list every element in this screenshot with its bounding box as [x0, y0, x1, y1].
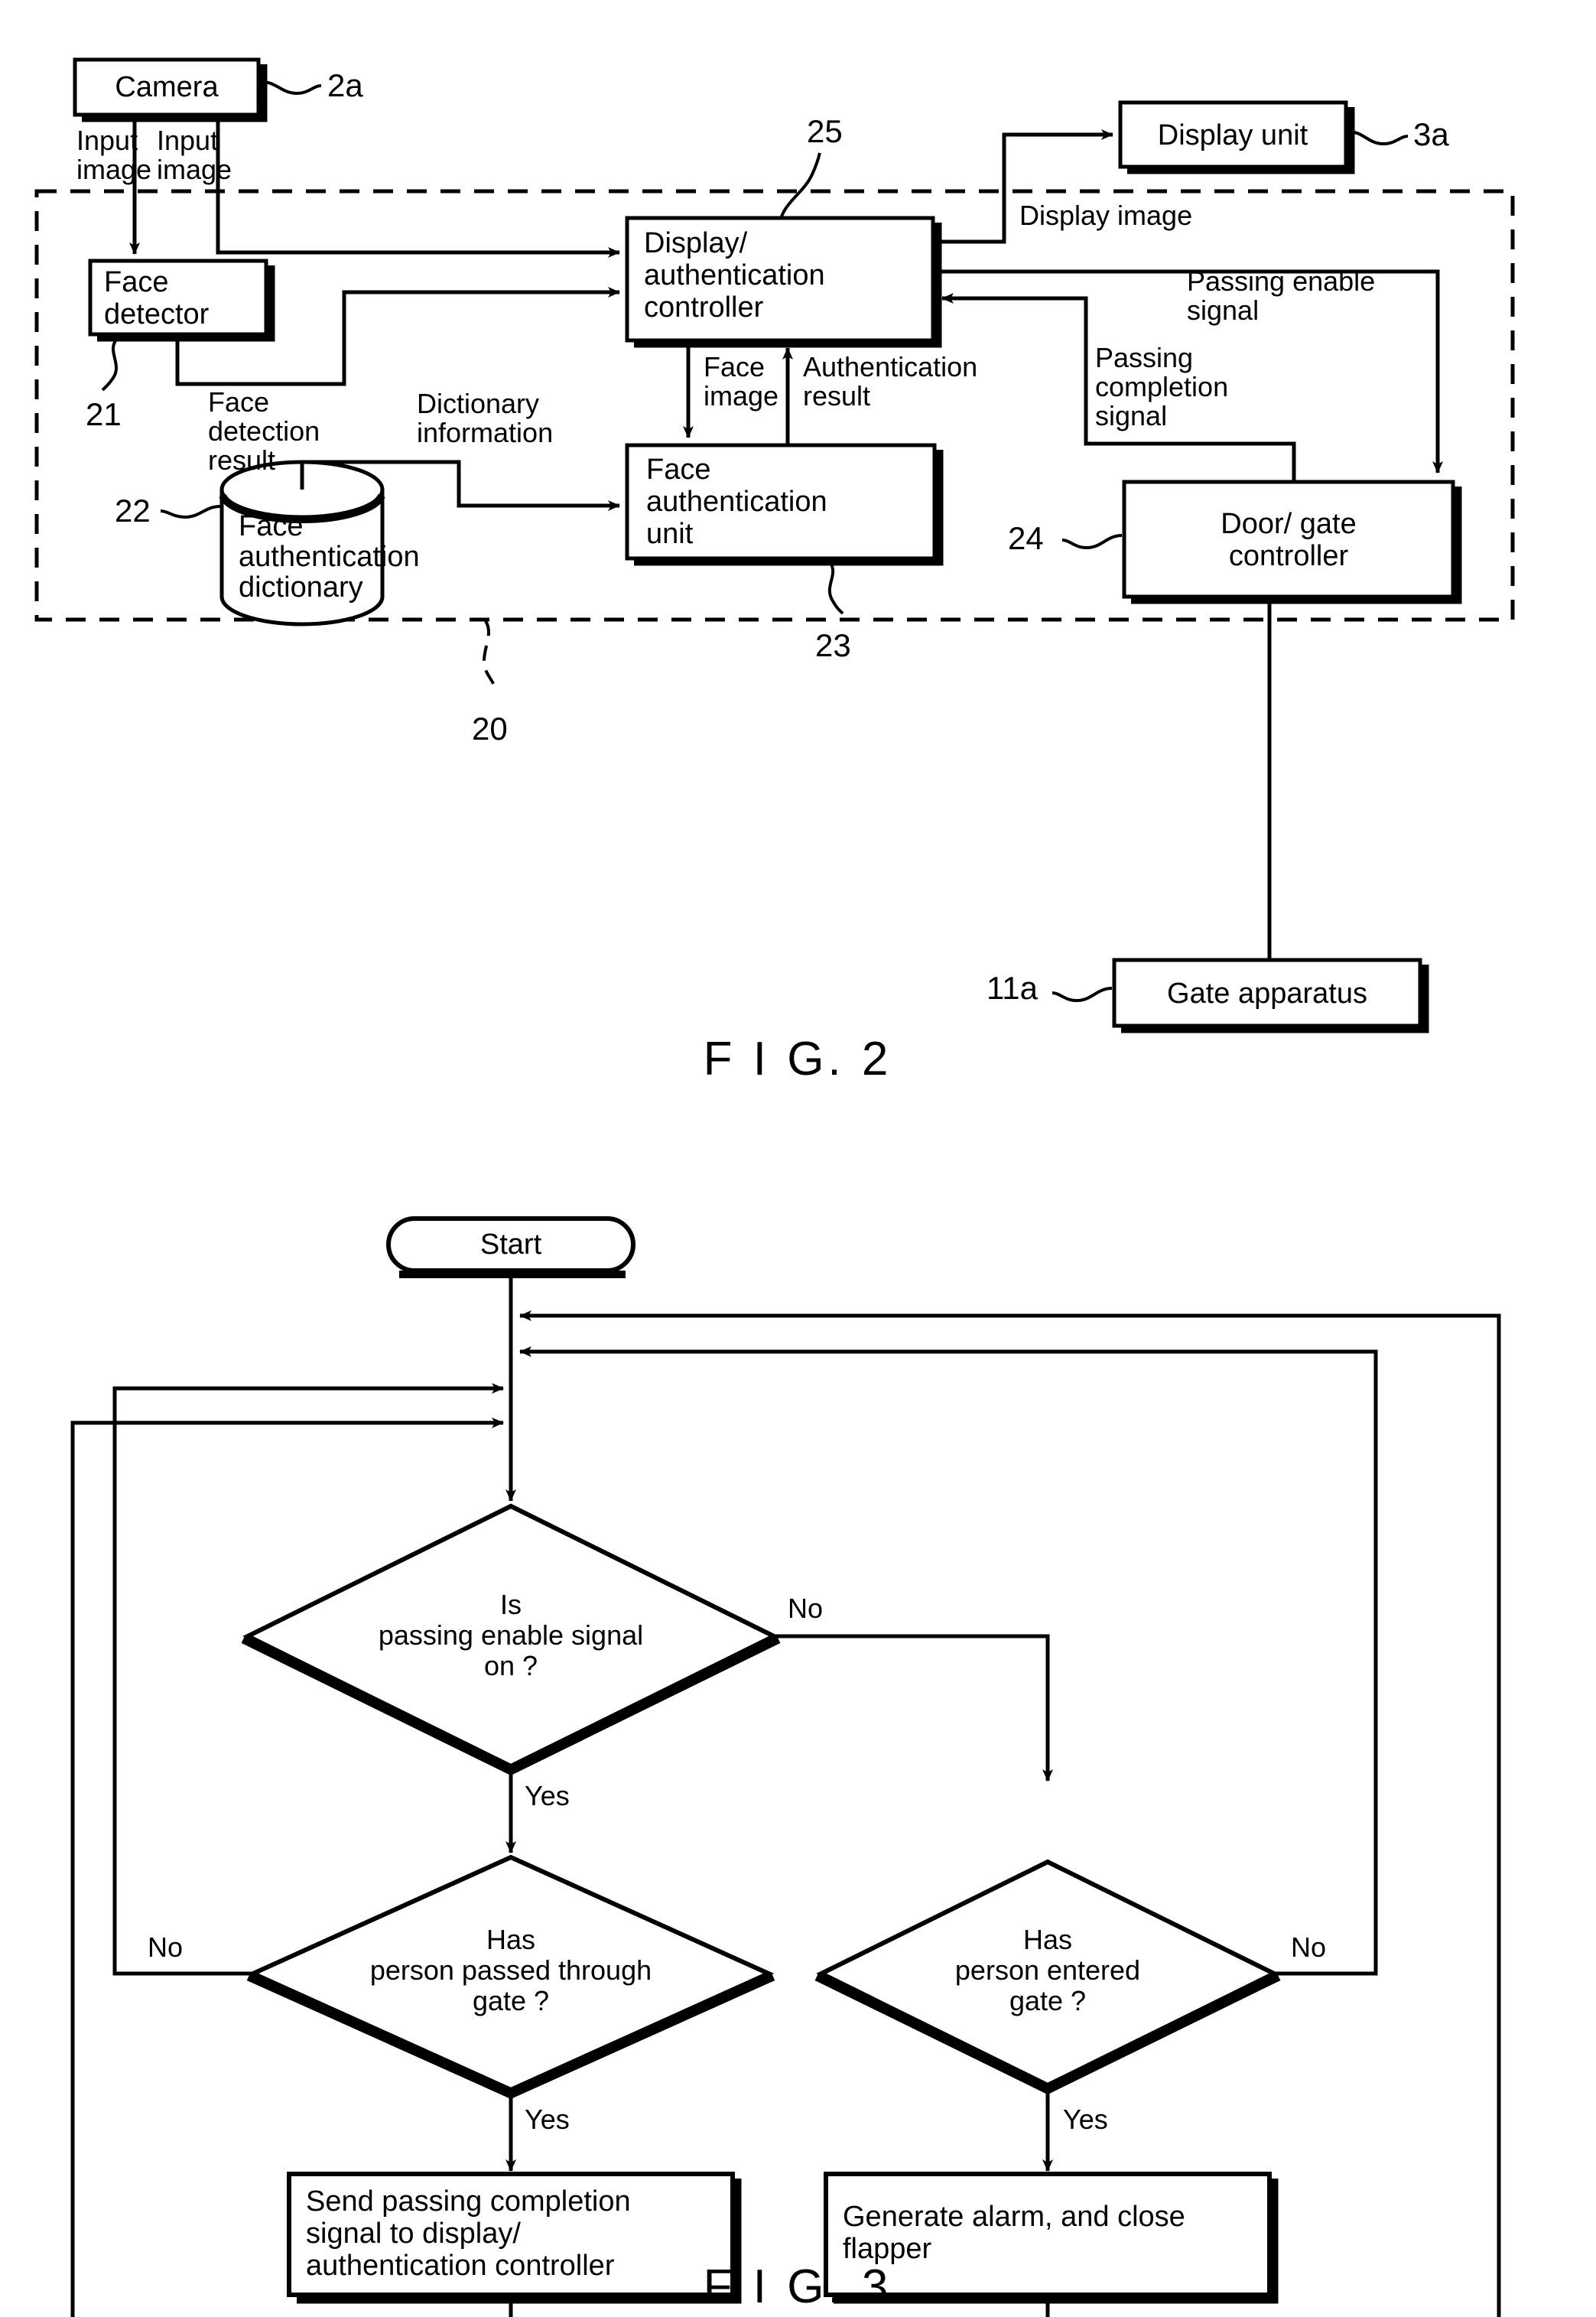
ref-21: 21 — [86, 396, 122, 432]
leader-2a — [261, 80, 322, 96]
door-gate-line2: controller — [1229, 540, 1349, 572]
door-gate-line1: Door/ gate — [1221, 508, 1356, 540]
label-passing-enable-signal-line1: Passing enable — [1187, 265, 1375, 297]
dictionary-line1: Face — [239, 510, 303, 542]
label-input-image-left-line1: Input — [76, 125, 138, 156]
conn-camera-to-controller — [216, 116, 620, 258]
node-process-generate-alarm: Generate alarm, and close flapper — [824, 2172, 1279, 2304]
block-camera-label: Camera — [115, 71, 219, 103]
label-face-detection-result-line3: result — [208, 444, 275, 476]
leader-21 — [101, 338, 118, 392]
label-input-image-right-line2: image — [157, 154, 232, 185]
label-passing-completion-signal-line1: Passing — [1095, 342, 1193, 373]
decision2-line3: gate ? — [473, 1985, 549, 2016]
label-face-detection-result-line2: detection — [208, 415, 320, 447]
block-auth-unit-line3: unit — [646, 518, 694, 550]
block-face-detector-line1: Face — [104, 266, 168, 298]
block-gate-apparatus: Gate apparatus — [1112, 958, 1429, 1033]
figure-3-caption: F I G. 3 — [704, 2260, 892, 2313]
block-face-detector: Face detector — [88, 259, 275, 342]
ref-24: 24 — [1008, 520, 1044, 556]
decision3-line1: Has — [1023, 1924, 1072, 1955]
label-face-image-line2: image — [704, 380, 778, 412]
block-controller-line2: authentication — [644, 259, 825, 291]
leader-23 — [827, 561, 844, 615]
decision2-no-label: No — [148, 1931, 183, 1963]
block-camera: Camera — [73, 57, 268, 122]
process1-line1: Send passing completion — [306, 2185, 631, 2218]
label-dictionary-information-line2: information — [417, 417, 553, 448]
decision3-line2: person entered — [955, 1954, 1140, 1986]
label-input-image-right-line1: Input — [157, 125, 218, 156]
figure-2-caption: F I G. 2 — [704, 1033, 892, 1085]
leader-20 — [483, 620, 500, 693]
node-decision-passed-through-gate: Has person passed through gate ? — [246, 1854, 775, 2099]
patent-drawing-sheet: Camera 2a Display unit 3a Face detector … — [0, 0, 1596, 2317]
block-auth-unit-line2: authentication — [646, 486, 827, 518]
decision1-line1: Is — [500, 1589, 522, 1620]
block-controller-line1: Display/ — [644, 227, 748, 259]
node-process-send-passing-completion: Send passing completion signal to displa… — [287, 2172, 742, 2304]
figure-2: Camera 2a Display unit 3a Face detector … — [34, 57, 1515, 1085]
ref-3a: 3a — [1413, 116, 1449, 152]
decision3-no-label: No — [1291, 1931, 1326, 1963]
leader-25 — [780, 152, 821, 217]
process2-line1: Generate alarm, and close — [843, 2201, 1185, 2233]
decision2-line2: person passed through — [370, 1954, 652, 1986]
decision1-yes-label: Yes — [525, 1780, 570, 1811]
ref-25: 25 — [807, 113, 843, 149]
label-dictionary-information-line1: Dictionary — [417, 388, 539, 419]
gate-apparatus-label: Gate apparatus — [1167, 978, 1367, 1010]
dictionary-line2: authentication — [239, 541, 420, 573]
leader-3a — [1347, 130, 1409, 146]
block-face-detector-line2: detector — [104, 298, 210, 330]
decision3-line3: gate ? — [1009, 1985, 1086, 2016]
dictionary-line3: dictionary — [239, 571, 363, 604]
decision1-line2: passing enable signal — [379, 1619, 643, 1651]
ref-11a: 11a — [987, 970, 1039, 1006]
decision1-no-label: No — [788, 1593, 823, 1624]
conn-decision1-no-to-decision3 — [775, 1634, 1053, 1782]
block-auth-unit-line1: Face — [646, 454, 710, 486]
ref-2a: 2a — [327, 67, 363, 103]
label-input-image-left-line2: image — [76, 154, 151, 185]
label-face-image-line1: Face — [704, 351, 765, 382]
block-display-auth-controller: Display/ authentication controller — [625, 216, 942, 348]
block-face-auth-unit: Face authentication unit — [625, 443, 944, 566]
block-face-auth-dictionary: Face authentication dictionary — [219, 460, 420, 626]
decision3-yes-label: Yes — [1063, 2104, 1108, 2135]
node-start-label: Start — [480, 1228, 542, 1261]
decision2-yes-label: Yes — [525, 2104, 570, 2135]
process1-line2: signal to display/ — [306, 2218, 521, 2250]
ref-22: 22 — [115, 493, 151, 529]
node-decision-entered-gate: Has person entered gate ? — [814, 1859, 1281, 2094]
node-decision-passing-enable: Is passing enable signal on ? — [241, 1503, 781, 1775]
block-door-gate-controller: Door/ gate controller — [1122, 480, 1462, 604]
node-start: Start — [386, 1216, 635, 1278]
label-passing-completion-signal-line3: signal — [1095, 400, 1167, 431]
ref-20: 20 — [472, 711, 508, 747]
decision1-line3: on ? — [484, 1650, 538, 1681]
label-face-detection-result-line1: Face — [208, 386, 269, 418]
block-display-unit-label: Display unit — [1158, 119, 1308, 151]
process1-line3: authentication controller — [306, 2250, 615, 2282]
label-passing-enable-signal-line2: signal — [1187, 295, 1259, 326]
ref-23: 23 — [815, 627, 851, 663]
label-authentication-result-line2: result — [803, 380, 870, 412]
leader-24 — [1061, 534, 1123, 550]
leader-22 — [160, 505, 221, 519]
decision2-line1: Has — [486, 1924, 535, 1955]
leader-11a — [1052, 987, 1113, 1003]
label-passing-completion-signal-line2: completion — [1095, 371, 1228, 402]
block-controller-line3: controller — [644, 291, 764, 324]
label-display-image: Display image — [1019, 200, 1192, 231]
conn-process2-to-spine — [519, 1310, 1501, 2317]
figure-3: Start Is passing enable signal on ? No Y… — [70, 1216, 1501, 2317]
label-authentication-result-line1: Authentication — [803, 351, 977, 382]
block-display-unit: Display unit — [1118, 100, 1355, 174]
